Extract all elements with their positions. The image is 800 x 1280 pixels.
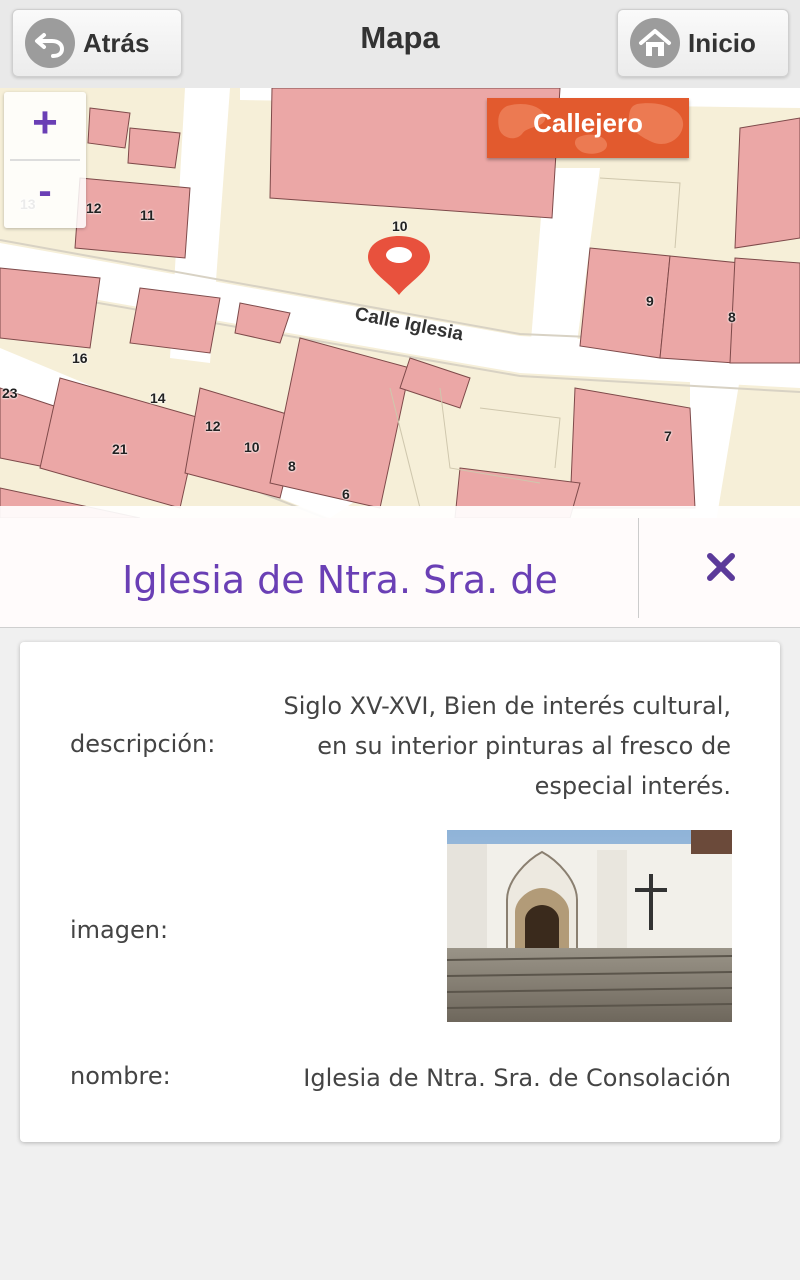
house-number: 10 (392, 218, 408, 234)
descripcion-value: Siglo XV-XVI, Bien de interés cultural, … (283, 692, 731, 800)
zoom-in-button[interactable]: + (4, 92, 86, 158)
home-icon (630, 18, 680, 68)
church-photo (447, 830, 732, 1022)
house-number: 9 (646, 293, 654, 309)
house-number: 7 (664, 428, 672, 444)
back-button-label: Atrás (83, 27, 150, 58)
location-pin-icon[interactable] (364, 233, 434, 303)
house-number: 23 (2, 385, 18, 401)
home-button-label: Inicio (688, 27, 756, 58)
nombre-value: Iglesia de Ntra. Sra. de Consolación (303, 1064, 731, 1092)
house-number: 6 (342, 486, 350, 502)
back-arrow-icon (25, 18, 75, 68)
imagen-label: imagen: (70, 916, 169, 944)
close-icon[interactable] (700, 546, 742, 588)
info-bar-divider (638, 518, 639, 618)
zoom-control: + - (4, 92, 86, 228)
place-info-bar: Iglesia de Ntra. Sra. de (0, 506, 800, 628)
zoom-out-button[interactable]: - (4, 160, 86, 226)
callejero-layer-button[interactable]: Callejero (487, 98, 689, 158)
descripcion-label: descripción: (70, 730, 216, 758)
house-number: 12 (205, 418, 221, 434)
details-card: descripción: Siglo XV-XVI, Bien de inter… (20, 642, 780, 1142)
back-button[interactable]: Atrás (12, 9, 182, 77)
page-title: Mapa (360, 20, 440, 55)
top-bar: Atrás Mapa Inicio (0, 0, 800, 89)
place-name-title[interactable]: Iglesia de Ntra. Sra. de (40, 558, 640, 602)
house-number: 10 (244, 439, 260, 455)
house-number: 21 (112, 441, 128, 457)
house-number: 11 (140, 207, 155, 223)
house-number: 8 (728, 309, 736, 325)
callejero-label: Callejero (533, 108, 643, 138)
house-number: 14 (150, 390, 166, 406)
home-button[interactable]: Inicio (617, 9, 789, 77)
nombre-label: nombre: (70, 1062, 171, 1090)
house-number: 16 (72, 350, 88, 366)
house-number: 8 (288, 458, 296, 474)
house-number: 12 (86, 200, 102, 216)
